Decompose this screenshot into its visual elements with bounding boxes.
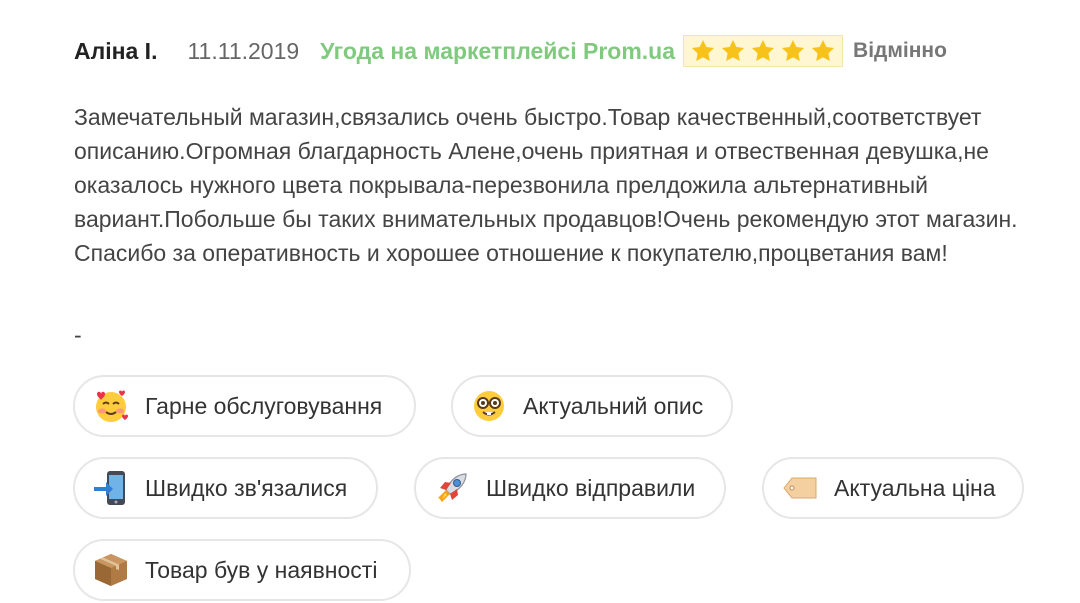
tag-label: Швидко зв'язалися xyxy=(145,474,348,501)
star-icon xyxy=(751,39,775,61)
tag-label: Товар був у наявності xyxy=(145,556,378,583)
review-author: Аліна І. xyxy=(74,37,158,64)
tag-good-service[interactable]: Гарне обслуговування xyxy=(73,375,416,437)
star-rating xyxy=(683,35,844,67)
star-icon xyxy=(781,39,805,61)
tag-in-stock[interactable]: Товар був у наявності xyxy=(73,539,411,601)
review-text: Замечательный магазин,связались очень бы… xyxy=(74,100,1064,270)
star-icon xyxy=(721,39,745,61)
tag-label: Гарне обслуговування xyxy=(145,392,383,419)
rating-label: Відмінно xyxy=(853,39,947,62)
rocket-icon xyxy=(432,468,472,508)
nerd-face-icon xyxy=(469,386,509,426)
tag-label: Актуальна ціна xyxy=(834,474,996,501)
separator: - xyxy=(74,322,82,348)
tag-quick-shipping[interactable]: Швидко відправили xyxy=(414,457,726,519)
price-tag-icon xyxy=(780,468,820,508)
tag-actual-price[interactable]: Актуальна ціна xyxy=(762,457,1024,519)
tag-quick-contact[interactable]: Швидко зв'язалися xyxy=(73,457,378,519)
smiling-face-with-hearts-icon xyxy=(91,386,131,426)
review-paragraph: Замечательный магазин,связались очень бы… xyxy=(74,104,1018,232)
package-icon xyxy=(91,550,131,590)
tag-label: Актуальний опис xyxy=(523,392,704,419)
mobile-phone-arrow-icon xyxy=(91,468,131,508)
star-icon xyxy=(811,39,835,61)
deal-label: Угода на маркетплейсі Prom.ua xyxy=(320,37,676,64)
review-header: Аліна І. 11.11.2019 Угода на маркетплейс… xyxy=(74,34,947,68)
tag-accurate-description[interactable]: Актуальний опис xyxy=(451,375,733,437)
tag-label: Швидко відправили xyxy=(486,474,696,501)
review-paragraph: Спасибо за оперативность и хорошее отнош… xyxy=(74,240,948,266)
review-date: 11.11.2019 xyxy=(187,37,300,64)
star-icon xyxy=(691,39,715,61)
